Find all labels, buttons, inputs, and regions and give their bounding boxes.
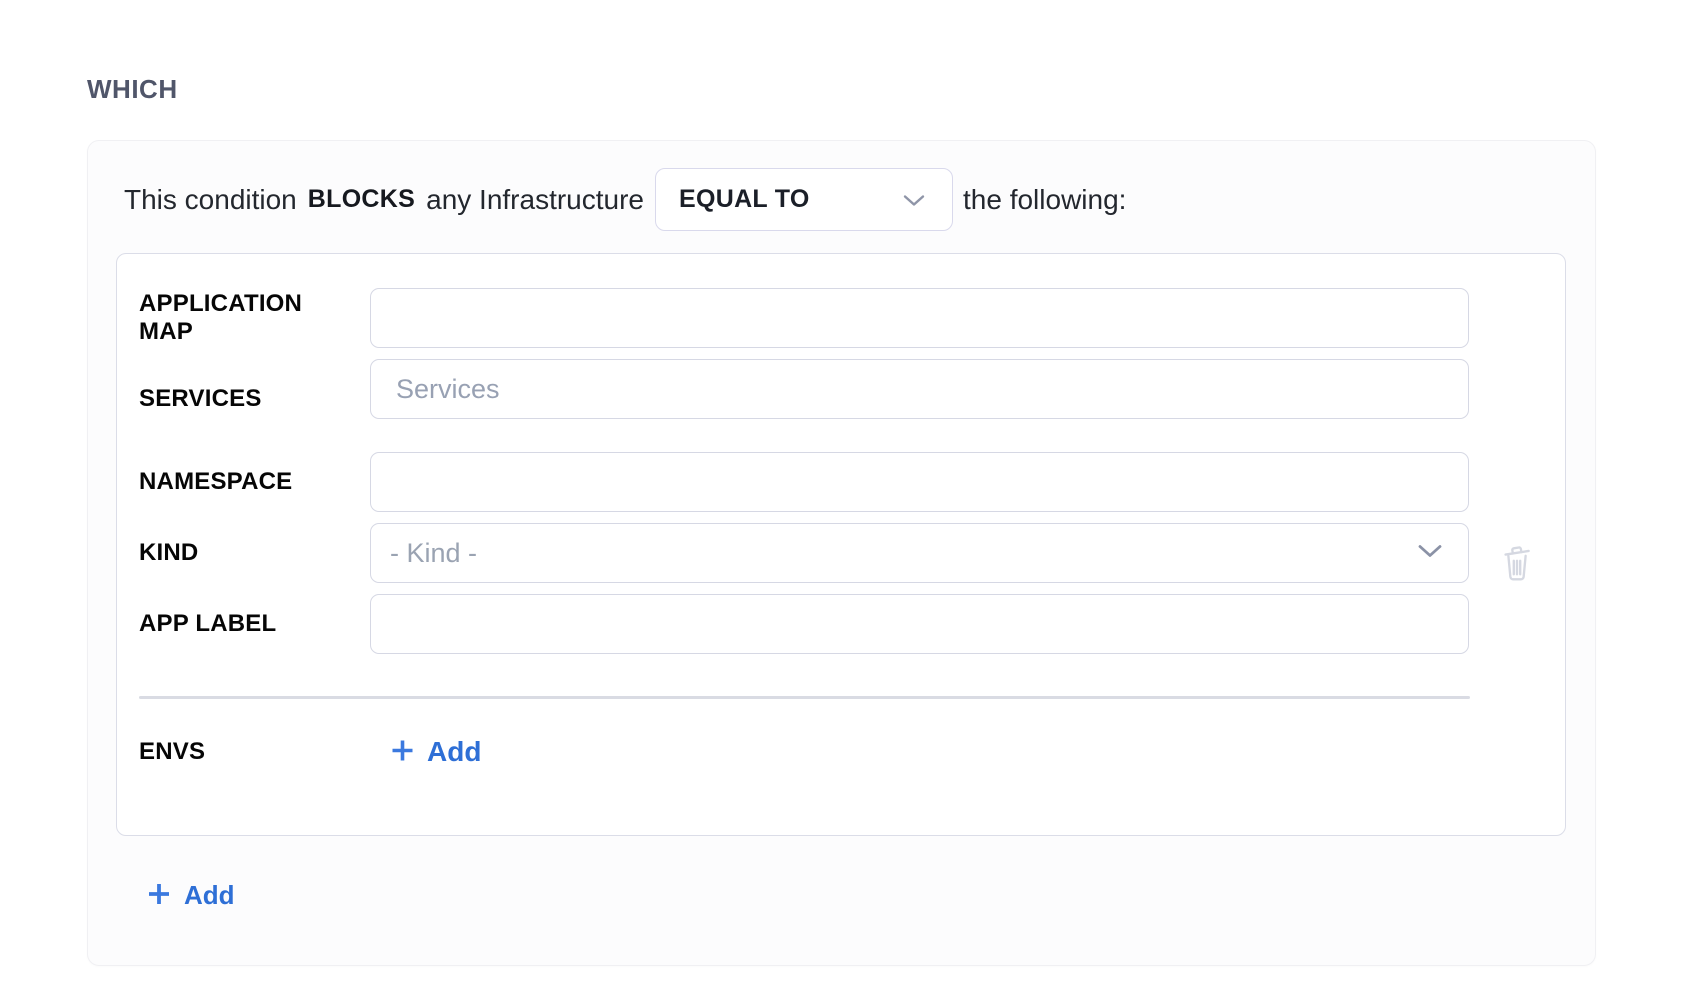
- condition-sentence: This condition BLOCKS any Infrastructure…: [124, 168, 1565, 231]
- app-label-label: APP LABEL: [139, 610, 319, 638]
- condition-verb: BLOCKS: [308, 185, 415, 214]
- page-title: WHICH: [87, 74, 178, 105]
- field-row-services: SERVICES: [139, 359, 1469, 419]
- plus-icon: [390, 738, 415, 766]
- field-row-application-map: APPLICATION MAP: [139, 288, 1469, 348]
- application-map-label: APPLICATION MAP: [139, 290, 319, 345]
- field-row-kind: KIND - Kind -: [139, 523, 1469, 583]
- condition-card: This condition BLOCKS any Infrastructure…: [87, 140, 1596, 966]
- plus-icon: [146, 881, 172, 910]
- kind-select[interactable]: - Kind -: [370, 523, 1469, 583]
- namespace-input[interactable]: [370, 452, 1469, 512]
- fields: APPLICATION MAP SERVICES NAMESPACE KIND …: [139, 288, 1469, 835]
- operator-select[interactable]: EQUAL TO: [655, 168, 953, 231]
- services-label: SERVICES: [139, 385, 319, 413]
- infrastructure-block: APPLICATION MAP SERVICES NAMESPACE KIND …: [116, 253, 1566, 836]
- condition-text-after-verb: any Infrastructure: [426, 184, 644, 216]
- condition-text-after-operator: the following:: [963, 184, 1126, 216]
- kind-select-placeholder: - Kind -: [390, 538, 477, 569]
- field-row-app-label: APP LABEL: [139, 594, 1469, 654]
- field-row-envs: ENVS Add: [139, 729, 1469, 775]
- operator-select-value: EQUAL TO: [679, 185, 810, 214]
- services-input[interactable]: [370, 359, 1469, 419]
- kind-label: KIND: [139, 539, 319, 567]
- delete-block-button[interactable]: [1501, 542, 1533, 582]
- fields-divider: [139, 696, 1470, 699]
- trash-icon: [1501, 570, 1533, 585]
- add-infrastructure-button[interactable]: Add: [146, 880, 235, 911]
- chevron-down-icon: [1418, 544, 1442, 563]
- envs-label: ENVS: [139, 738, 319, 766]
- application-map-input[interactable]: [370, 288, 1469, 348]
- app-label-input[interactable]: [370, 594, 1469, 654]
- page: WHICH This condition BLOCKS any Infrastr…: [0, 0, 1682, 991]
- envs-add-label: Add: [427, 736, 481, 768]
- condition-text-before-verb: This condition: [124, 184, 297, 216]
- chevron-down-icon: [903, 185, 925, 214]
- add-infrastructure-label: Add: [184, 880, 235, 911]
- field-row-namespace: NAMESPACE: [139, 452, 1469, 512]
- namespace-label: NAMESPACE: [139, 468, 319, 496]
- trash-column: [1469, 288, 1565, 835]
- envs-add-button[interactable]: Add: [390, 736, 481, 768]
